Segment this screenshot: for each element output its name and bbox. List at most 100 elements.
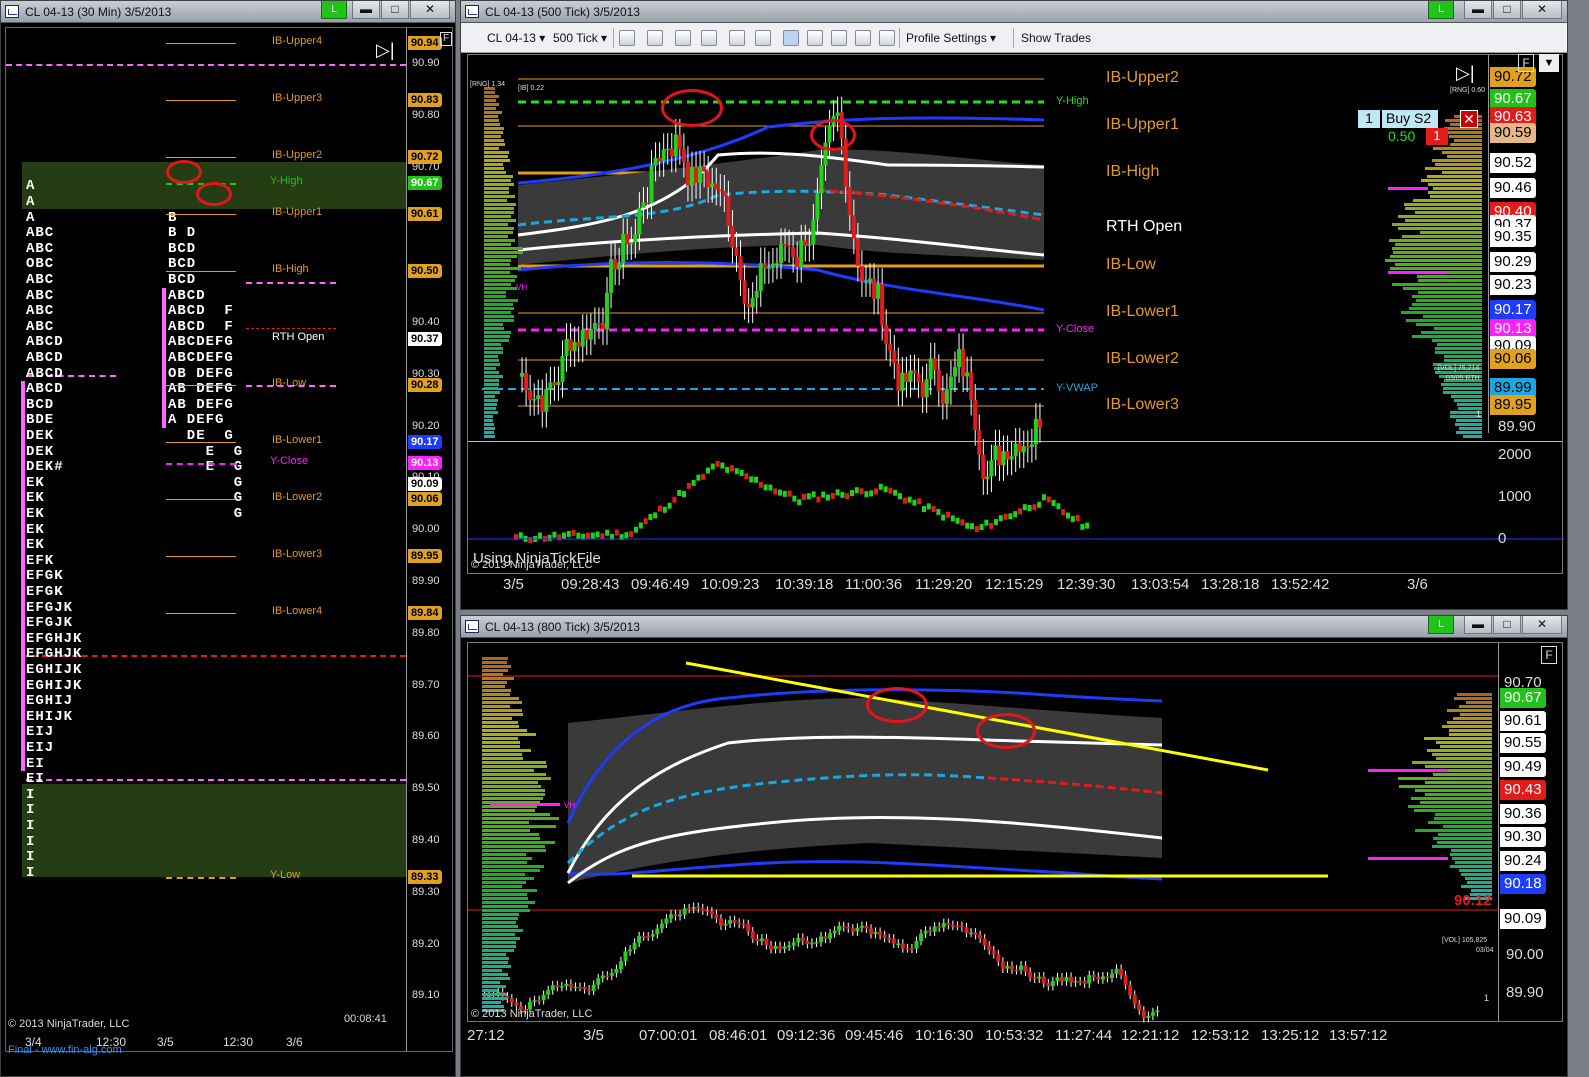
volume-candle: [600, 533, 605, 540]
level-label: Y-Close: [1056, 323, 1095, 335]
minimize-button[interactable]: ▬: [1464, 616, 1492, 634]
candle: [550, 985, 555, 991]
top-chart-window[interactable]: CL 04-13 (500 Tick) 3/5/2013 L ▬ □ ✕ CL …: [460, 0, 1568, 610]
candle: [952, 367, 957, 377]
candle: [755, 938, 760, 942]
candle: [678, 914, 683, 917]
show-trades-button[interactable]: Show Trades: [1021, 31, 1091, 45]
chart-trader-icon[interactable]: [831, 30, 847, 46]
skip-end-icon[interactable]: ▷|: [376, 40, 395, 61]
candle: [532, 1000, 537, 1002]
crosshair-icon[interactable]: [729, 30, 745, 46]
tpo-row: A DEFG: [168, 412, 225, 429]
volume-profile-bar: [484, 371, 500, 374]
skip-end-icon[interactable]: ▷|: [1456, 63, 1475, 84]
volume-profile-bar: [484, 271, 510, 274]
candle: [641, 202, 646, 208]
candle: [948, 376, 953, 390]
volume-profile-bar: [484, 187, 509, 190]
volume-profile-bar: [482, 737, 518, 740]
candle: [973, 932, 978, 936]
f-button[interactable]: F: [440, 32, 452, 46]
zoom-in-icon[interactable]: [675, 30, 691, 46]
volume-profile-bar: [482, 925, 519, 928]
order-label[interactable]: Buy S2: [1382, 110, 1438, 128]
volume-candle: [648, 513, 653, 520]
minimize-button[interactable]: ▬: [352, 1, 380, 19]
volume-candle: [586, 532, 590, 539]
candle: [576, 342, 581, 347]
price-tick: 89.90: [1498, 418, 1536, 435]
maximize-button[interactable]: □: [1493, 1, 1521, 19]
volume-profile-bar: [484, 411, 498, 414]
level-label: RTH Open: [1106, 218, 1183, 235]
bottom-chart-window[interactable]: CL 04-13 (800 Tick) 3/5/2013 L ▬ □ ✕ VH 9…: [460, 615, 1568, 1077]
link-button[interactable]: L: [1428, 616, 1454, 634]
f-button[interactable]: F: [1518, 54, 1534, 72]
interval-selector[interactable]: 500 Tick ▾: [553, 31, 607, 45]
candle: [762, 263, 767, 269]
tpo-row: DEK: [26, 427, 55, 444]
bottom-titlebar[interactable]: CL 04-13 (800 Tick) 3/5/2013 L ▬ □ ✕: [461, 616, 1567, 638]
maximize-button[interactable]: □: [381, 1, 409, 19]
instrument-label: CL 04-13: [487, 31, 536, 45]
level-line: [166, 613, 236, 615]
left-plot-area[interactable]: A A A ABC ABC OBC ABC ABC ABC ABC ABCD ABCD ABCD ABCD…: [5, 27, 453, 1052]
volume-candle: [1003, 513, 1008, 520]
bar-type-icon[interactable]: [619, 30, 635, 46]
candle: [655, 928, 660, 935]
minimize-button[interactable]: ▬: [1464, 1, 1492, 19]
maximize-button[interactable]: □: [1493, 616, 1521, 634]
profile-settings-dropdown[interactable]: Profile Settings ▾: [906, 31, 996, 45]
volume-profile-bar: [484, 335, 511, 338]
left-copyright: © 2013 NinjaTrader, LLC: [8, 1018, 130, 1030]
volume-profile-bar: [482, 685, 505, 688]
link-button[interactable]: L: [1428, 1, 1454, 19]
volume-profile-bar: [482, 937, 520, 940]
volume-profile-bar: [1442, 825, 1492, 828]
strategies-icon[interactable]: [807, 30, 823, 46]
left-chart-window[interactable]: CL 04-13 (30 Min) 3/5/2013 L ▬ □ ✕ A A A AB…: [0, 0, 456, 1077]
zoom-out-icon[interactable]: [701, 30, 717, 46]
tpo-row: EGHIJ: [26, 693, 74, 710]
indicators-icon[interactable]: [783, 30, 799, 46]
price-marker: 90.94: [408, 36, 442, 51]
price-tick: 89.90: [1506, 984, 1544, 1001]
candle: [730, 225, 735, 248]
time-tick: 3/6: [1407, 576, 1428, 593]
close-button[interactable]: ✕: [1522, 1, 1562, 19]
volume-profile-bar: [482, 741, 521, 744]
order-qty[interactable]: 1: [1358, 110, 1380, 128]
price-marker: 90.49: [1500, 757, 1546, 777]
volume-candle: [830, 492, 835, 499]
candle: [991, 950, 996, 955]
properties-icon[interactable]: [755, 30, 771, 46]
volume-profile-bar: [1447, 155, 1482, 158]
pencil-icon[interactable]: [647, 30, 663, 46]
volume-profile-bar: [482, 853, 527, 856]
close-button[interactable]: ✕: [1522, 616, 1562, 634]
top-titlebar[interactable]: CL 04-13 (500 Tick) 3/5/2013 L ▬ □ ✕: [461, 1, 1567, 23]
top-price-axis: [1488, 55, 1489, 433]
volume-profile-bar: [484, 203, 517, 206]
price-tick: 89.10: [412, 989, 440, 1002]
left-titlebar[interactable]: CL 04-13 (30 Min) 3/5/2013 L ▬ □ ✕: [1, 1, 455, 23]
cancel-order-icon[interactable]: ✕: [1460, 110, 1478, 128]
candle: [1005, 965, 1010, 969]
volume-profile-bar: [482, 949, 514, 952]
f-button[interactable]: F: [1541, 646, 1557, 664]
dropdown-arrow-icon[interactable]: ▼: [1539, 54, 1559, 72]
vh-label: VH: [516, 283, 528, 292]
volume-profile-bar: [482, 985, 507, 988]
templates-icon[interactable]: [879, 30, 895, 46]
volume-profile-bar: [482, 697, 519, 700]
top-plot-area[interactable]: IB-Upper2 IB-Upper1 IB-High RTH Open IB-Low I…: [467, 54, 1564, 574]
volume-profile-bar: [482, 885, 522, 888]
footer-link[interactable]: Final - www.fin-alg.com: [8, 1044, 122, 1056]
link-button[interactable]: L: [321, 1, 347, 19]
data-box-icon[interactable]: [855, 30, 871, 46]
bottom-plot-area[interactable]: VH 90.70 90.67 90.61 90.55 90.49 90.43 90.36 90.…: [467, 642, 1563, 1023]
close-button[interactable]: ✕: [410, 1, 450, 19]
volume-profile-bar: [482, 981, 501, 984]
instrument-selector[interactable]: CL 04-13 ▾: [487, 31, 545, 45]
